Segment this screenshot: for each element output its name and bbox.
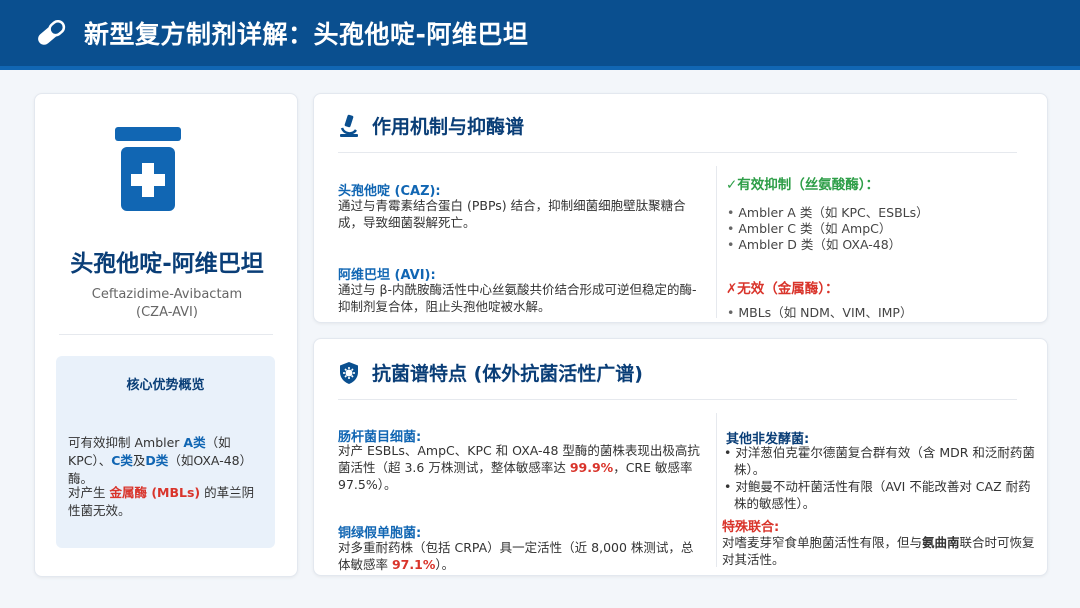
list-item: 对鲍曼不动杆菌活性有限（AVI 不能改善对 CAZ 耐药株的敏感性）。 [724,478,1042,512]
special-combination-title: 特殊联合: [722,520,780,535]
list-item: Ambler D 类（如 OXA-48） [727,237,929,253]
spectrum-header: 抗菌谱特点 (体外抗菌活性广谱) [338,359,643,386]
medicine-bottle-icon [115,127,181,211]
list-item: MBLs（如 NDM、VIM、IMP） [727,305,912,321]
mechanism-title: 作用机制与抑酶谱 [372,116,525,138]
enterobacterales-text: 对产 ESBLs、AmpC、KPC 和 OXA-48 型酶的菌株表现出极高抗菌活… [338,443,700,492]
drug-name: 头孢他啶-阿维巴坦 [70,251,264,277]
ineffective-list: MBLs（如 NDM、VIM、IMP） [727,305,912,321]
list-item: Ambler A 类（如 KPC、ESBLs） [727,205,928,221]
avi-text: 通过与 β-内酰胺酶活性中心丝氨酸共价结合形成可逆但稳定的酶-抑制剂复合体，阻止… [338,282,697,314]
divider [338,399,1017,400]
mechanism-card: 作用机制与抑酶谱 头孢他啶 (CAZ): 通过与青霉素结合蛋白 (PBPs) 结… [313,93,1048,323]
column-divider [716,166,717,318]
column-divider [716,413,717,567]
advantages-box: 核心优势概览 可有效抑制 Ambler A类（如KPC）、C类及D类（如OXA-… [56,356,275,548]
advantages-text-1: 可有效抑制 Ambler A类（如KPC）、C类及D类（如OXA-48）酶。 [68,435,253,486]
effective-title: ✓有效抑制（丝氨酸酶）： [726,177,880,193]
divider [59,334,273,335]
effective-list: Ambler A 类（如 KPC、ESBLs） Ambler C 类（如 Amp… [727,205,929,253]
caz-text: 通过与青霉素结合蛋白 (PBPs) 结合，抑制细菌细胞壁肽聚糖合成，导致细菌裂解… [338,198,686,230]
special-combination-text: 对嗜麦芽窄食单胞菌活性有限，但与氨曲南联合时可恢复对其活性。 [722,535,1035,567]
ineffective-title: ✗无效（金属酶）： [726,281,839,297]
spectrum-title: 抗菌谱特点 (体外抗菌活性广谱) [372,363,643,385]
page-title: 新型复方制剂详解：头孢他啶-阿维巴坦 [84,20,529,49]
advantages-title: 核心优势概览 [126,378,205,393]
spectrum-card: 抗菌谱特点 (体外抗菌活性广谱) 肠杆菌目细菌: 对产 ESBLs、AmpC、K… [313,338,1048,576]
microscope-icon [340,114,358,137]
divider [338,152,1017,153]
nonfermenter-list: 对洋葱伯克霍尔德菌复合群有效（含 MDR 和泛耐药菌株）。 对鲍曼不动杆菌活性有… [724,444,1042,512]
shield-virus-icon [340,361,358,384]
mechanism-header: 作用机制与抑酶谱 [338,112,524,139]
list-item: 对洋葱伯克霍尔德菌复合群有效（含 MDR 和泛耐药菌株）。 [724,444,1042,478]
page-header: 新型复方制剂详解：头孢他啶-阿维巴坦 [0,0,1080,70]
list-item: Ambler C 类（如 AmpC） [727,221,929,237]
drug-overview-card: 头孢他啶-阿维巴坦 Ceftazidime-Avibactam (CZA-AVI… [34,93,298,577]
drug-english-name: Ceftazidime-Avibactam (CZA-AVI) [91,287,243,320]
pseudomonas-text: 对多重耐药株（包括 CRPA）具一定活性（近 8,000 株测试，总体敏感率 9… [338,540,694,572]
pill-capsule-icon [38,19,66,45]
advantages-text-2: 对产生 金属酶 (MBLs) 的革兰阴性菌无效。 [68,485,255,518]
